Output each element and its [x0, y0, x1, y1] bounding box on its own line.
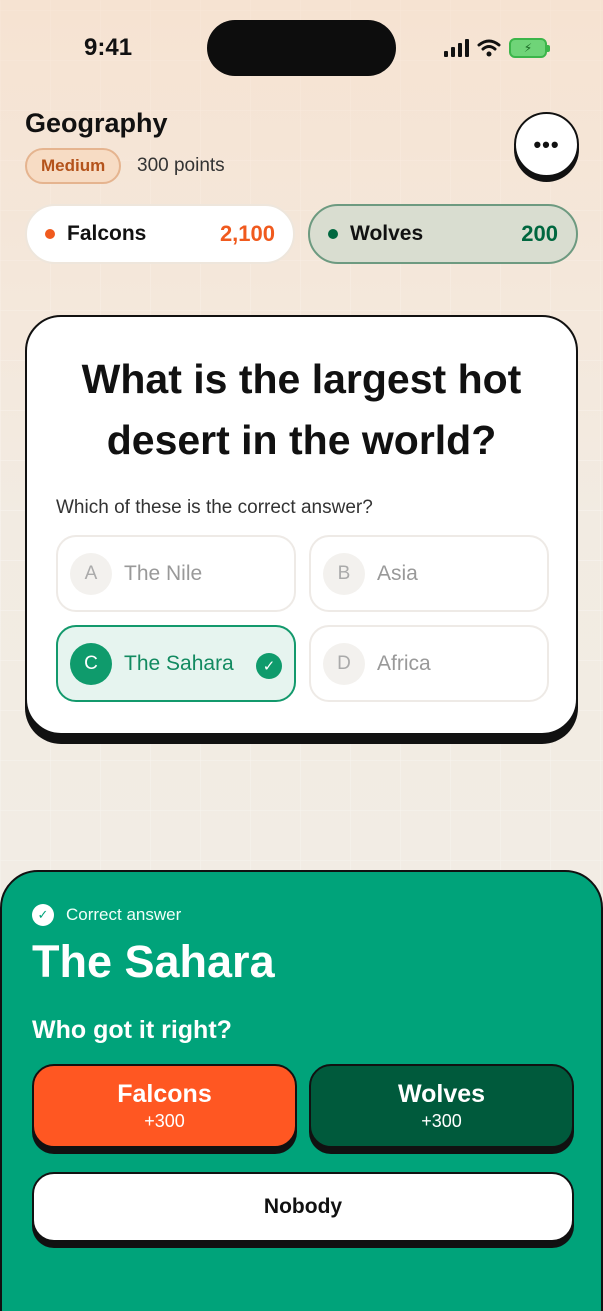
team-pill-wolves: Wolves 200	[308, 204, 578, 264]
button-team-name: Falcons	[117, 1080, 212, 1108]
signal-icon	[444, 39, 469, 57]
nobody-button[interactable]: Nobody	[32, 1172, 574, 1242]
correct-answer-row: ✓ Correct answer	[32, 904, 181, 926]
wifi-icon	[477, 39, 501, 57]
battery-charging-icon: ⚡	[509, 38, 550, 58]
more-icon: •••	[533, 131, 560, 157]
option-letter: A	[70, 552, 112, 595]
answer-option-d[interactable]: D Africa	[309, 625, 549, 702]
option-label: Asia	[377, 562, 418, 585]
team-pill-falcons: Falcons 2,100	[25, 204, 295, 264]
team-dot-icon	[45, 229, 55, 239]
result-sheet: ✓ Correct answer The Sahara Who got it r…	[0, 870, 603, 1311]
team-dot-icon	[328, 229, 338, 239]
difficulty-badge: Medium	[25, 148, 122, 184]
team-name: Wolves	[350, 222, 424, 245]
verified-check-icon: ✓	[32, 904, 54, 926]
status-icons: ⚡	[444, 38, 550, 58]
option-label: The Nile	[124, 562, 203, 585]
option-letter: D	[323, 642, 365, 685]
dynamic-island	[207, 20, 396, 76]
wolves-correct-button[interactable]: Wolves +300	[309, 1064, 574, 1148]
button-points: +300	[144, 1111, 185, 1131]
answer-option-a[interactable]: A The Nile	[56, 535, 296, 612]
team-score: 200	[521, 221, 558, 246]
option-letter: B	[323, 552, 365, 595]
team-name: Falcons	[67, 222, 147, 245]
question-card: What is the largest hot desert in the wo…	[25, 315, 578, 735]
points-label: 300 points	[137, 155, 225, 176]
status-time: 9:41	[84, 34, 133, 61]
option-label: Africa	[377, 652, 431, 675]
answer-option-b[interactable]: B Asia	[309, 535, 549, 612]
check-icon: ✓	[256, 653, 282, 679]
question-text: What is the largest hot desert in the wo…	[81, 356, 522, 463]
team-score: 2,100	[219, 221, 275, 246]
falcons-correct-button[interactable]: Falcons +300	[32, 1064, 297, 1148]
button-points: +300	[421, 1111, 462, 1131]
question-subtitle: Which of these is the correct answer?	[56, 497, 373, 518]
more-options-button[interactable]: •••	[514, 112, 579, 177]
option-letter: C	[70, 642, 112, 685]
correct-answer-text: The Sahara	[32, 936, 275, 987]
button-team-name: Wolves	[397, 1080, 486, 1108]
option-label: The Sahara	[124, 652, 234, 675]
correct-answer-label: Correct answer	[66, 905, 182, 924]
answer-option-c[interactable]: C The Sahara ✓	[56, 625, 296, 702]
who-got-it-prompt: Who got it right?	[32, 1016, 232, 1044]
category-title: Geography	[25, 108, 168, 138]
